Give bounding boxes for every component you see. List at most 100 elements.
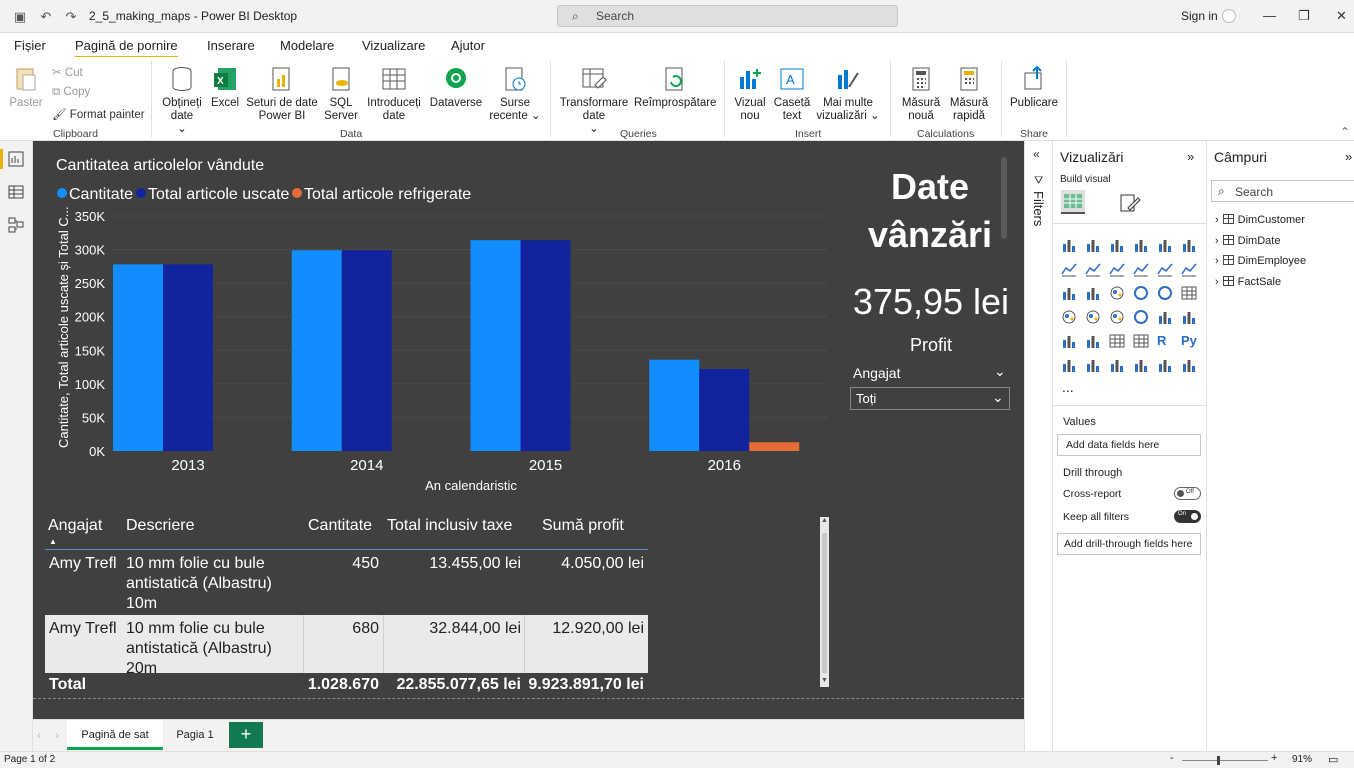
- minimize-icon[interactable]: —: [1263, 8, 1276, 23]
- python-visual-icon[interactable]: Py: [1181, 333, 1199, 349]
- bar[interactable]: [749, 442, 800, 451]
- sign-in-link[interactable]: Sign in: [1181, 9, 1218, 23]
- field-table-factsale[interactable]: › FactSale: [1215, 276, 1281, 288]
- bar[interactable]: [699, 369, 750, 451]
- bar[interactable]: [341, 250, 392, 451]
- paste-button[interactable]: Paster: [8, 65, 44, 110]
- transform-data-button[interactable]: Transformare date ⌄: [556, 65, 632, 136]
- save-icon[interactable]: ▣: [12, 9, 28, 25]
- refresh-button[interactable]: Reîmprospătare: [634, 65, 716, 110]
- field-table-dimcustomer[interactable]: › DimCustomer: [1215, 214, 1305, 226]
- qa-icon[interactable]: [1109, 357, 1127, 373]
- field-table-dimemployee[interactable]: › DimEmployee: [1215, 255, 1306, 267]
- col-header-employee[interactable]: Angajat: [48, 517, 102, 535]
- tab-insert[interactable]: Inserare: [207, 38, 255, 53]
- col-header-description[interactable]: Descriere: [126, 517, 194, 535]
- enter-data-button[interactable]: Introduceți date: [364, 65, 424, 123]
- search-box[interactable]: ⌕ Search: [557, 5, 898, 27]
- matrix-icon[interactable]: [1133, 333, 1151, 349]
- page-tab-active[interactable]: Pagină de sat: [67, 720, 163, 750]
- decomposition-tree-icon[interactable]: [1085, 357, 1103, 373]
- new-measure-button[interactable]: Măsură nouă: [898, 65, 944, 123]
- area-chart-icon[interactable]: [1085, 261, 1103, 277]
- dataverse-button[interactable]: Dataverse: [428, 65, 484, 110]
- shape-map-icon[interactable]: [1109, 309, 1127, 325]
- collapse-fields-icon[interactable]: »: [1345, 149, 1352, 164]
- scroll-up-icon[interactable]: ▲: [821, 517, 828, 524]
- model-view-icon[interactable]: [8, 217, 24, 233]
- 100-column-icon[interactable]: [1181, 237, 1199, 253]
- fields-search-input[interactable]: ⌕ Search: [1211, 180, 1354, 202]
- page-tab[interactable]: Pagia 1: [169, 720, 221, 750]
- account-icon[interactable]: [1222, 9, 1236, 23]
- scatter-icon[interactable]: [1109, 285, 1127, 301]
- donut-chart-icon[interactable]: [1157, 285, 1175, 301]
- fit-page-icon[interactable]: ▭: [1328, 753, 1338, 766]
- slicer-icon[interactable]: [1085, 333, 1103, 349]
- kpi-icon[interactable]: [1061, 333, 1079, 349]
- gauge-icon[interactable]: [1133, 309, 1151, 325]
- build-visual-tab[interactable]: [1061, 190, 1085, 214]
- card-icon[interactable]: [1157, 309, 1175, 325]
- filled-map-icon[interactable]: [1085, 309, 1103, 325]
- col-header-profit[interactable]: Sumă profit: [542, 517, 624, 535]
- get-data-button[interactable]: Obținеți date ⌄: [158, 65, 206, 136]
- scroll-down-icon[interactable]: ▼: [821, 677, 828, 684]
- cross-report-toggle[interactable]: Off: [1174, 487, 1201, 500]
- treemap-icon[interactable]: [1181, 285, 1199, 301]
- legend-label[interactable]: Cantitate: [69, 186, 133, 203]
- format-visual-icon[interactable]: [1119, 192, 1141, 214]
- more-visuals-icon[interactable]: ...: [1062, 379, 1074, 395]
- col-header-quantity[interactable]: Cantitate: [308, 517, 372, 535]
- narrative-icon[interactable]: [1133, 357, 1151, 373]
- bar[interactable]: [470, 240, 521, 451]
- drill-through-drop-zone[interactable]: Add drill-through fields here: [1057, 533, 1201, 555]
- keep-filters-toggle[interactable]: On: [1174, 510, 1201, 523]
- 100-bar-icon[interactable]: [1157, 237, 1175, 253]
- paginated-report-icon[interactable]: [1181, 357, 1199, 373]
- excel-button[interactable]: X Excel: [210, 65, 240, 110]
- more-visuals-button[interactable]: Mai multe vizualizări ⌄: [814, 65, 882, 123]
- zoom-in-button[interactable]: +: [1271, 752, 1277, 764]
- stacked-bar-icon[interactable]: [1061, 237, 1079, 253]
- redo-icon[interactable]: ↷: [63, 9, 79, 25]
- sql-server-button[interactable]: SQL Server: [322, 65, 360, 123]
- bar[interactable]: [520, 240, 571, 451]
- textbox-button[interactable]: A Casetă text: [772, 65, 812, 123]
- line-column-icon[interactable]: [1133, 261, 1151, 277]
- filters-pane-collapsed[interactable]: « ⛛ Filters: [1024, 141, 1053, 751]
- tab-modeling[interactable]: Modelare: [280, 38, 334, 53]
- values-drop-zone[interactable]: Add data fields here: [1057, 434, 1201, 456]
- tab-view[interactable]: Vizualizare: [362, 38, 425, 53]
- bar[interactable]: [163, 264, 213, 451]
- stacked-area-icon[interactable]: [1109, 261, 1127, 277]
- collapse-viz-icon[interactable]: »: [1187, 149, 1194, 164]
- restore-icon[interactable]: ❐: [1298, 8, 1310, 24]
- data-view-icon[interactable]: [8, 184, 24, 200]
- powerbi-datasets-button[interactable]: Seturi de date Power BI: [244, 65, 320, 123]
- scroll-thumb[interactable]: [822, 533, 827, 673]
- close-icon[interactable]: ✕: [1336, 8, 1347, 24]
- pie-chart-icon[interactable]: [1133, 285, 1151, 301]
- slicer-dropdown[interactable]: Toți ⌄: [850, 387, 1010, 410]
- tab-help[interactable]: Ajutor: [451, 38, 485, 53]
- waterfall-icon[interactable]: [1061, 285, 1079, 301]
- table-row[interactable]: Amy Trefl 10 mm folie cu bule antistatic…: [45, 615, 648, 673]
- key-influencers-icon[interactable]: [1061, 357, 1079, 373]
- expand-filters-icon[interactable]: «: [1033, 147, 1040, 161]
- bar[interactable]: [291, 250, 342, 451]
- table-visual[interactable]: Angajat ▲ Descriere Cantitate Total incl…: [45, 517, 648, 697]
- goals-icon[interactable]: [1157, 357, 1175, 373]
- legend-label[interactable]: Total articole refrigerate: [304, 186, 471, 203]
- format-painter-button[interactable]: 🖌 Format painter: [52, 107, 145, 121]
- clustered-column-icon[interactable]: [1133, 237, 1151, 253]
- publish-button[interactable]: Publicare: [1008, 65, 1060, 110]
- field-table-dimdate[interactable]: › DimDate: [1215, 235, 1280, 247]
- prev-page-icon[interactable]: ‹: [37, 728, 41, 742]
- copy-button[interactable]: ⧉ Copy: [52, 86, 90, 99]
- table-scrollbar[interactable]: ▲ ▼: [820, 517, 829, 687]
- tab-home[interactable]: Pagină de pornire: [75, 38, 178, 59]
- r-visual-icon[interactable]: R: [1157, 333, 1175, 349]
- new-visual-button[interactable]: Vizual nou: [731, 65, 769, 123]
- cut-button[interactable]: ✂ Cut: [52, 65, 83, 79]
